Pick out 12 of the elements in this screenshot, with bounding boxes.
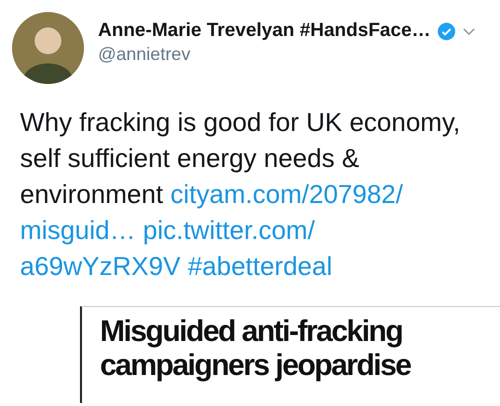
article-clipping[interactable]: Misguided anti-fracking campaigners jeopardise [80, 306, 500, 403]
headline: campaigners jeopardise [100, 349, 412, 383]
author-name[interactable]: Anne-Marie Trevelyan #HandsFace… [98, 20, 431, 42]
author-handle[interactable]: @annietrev [98, 44, 476, 65]
chevron-down-icon[interactable] [462, 26, 476, 36]
link[interactable]: cityam.com/207982/ [170, 179, 403, 209]
headline: Misguided anti-fracking [100, 315, 404, 349]
link[interactable]: pic.twitter.com/ [142, 215, 315, 245]
link[interactable]: a69wYzRX9V [20, 251, 180, 281]
link[interactable]: #abetterdeal [188, 251, 332, 281]
link[interactable]: misguid… [20, 215, 136, 245]
tweet-text: Why fracking is good for UK economy, self sufficient energy needs & environment cityam.com/207982/ misguid… pic.twitter.com/ a69wYzRX9V #abetterdeal [20, 106, 462, 283]
